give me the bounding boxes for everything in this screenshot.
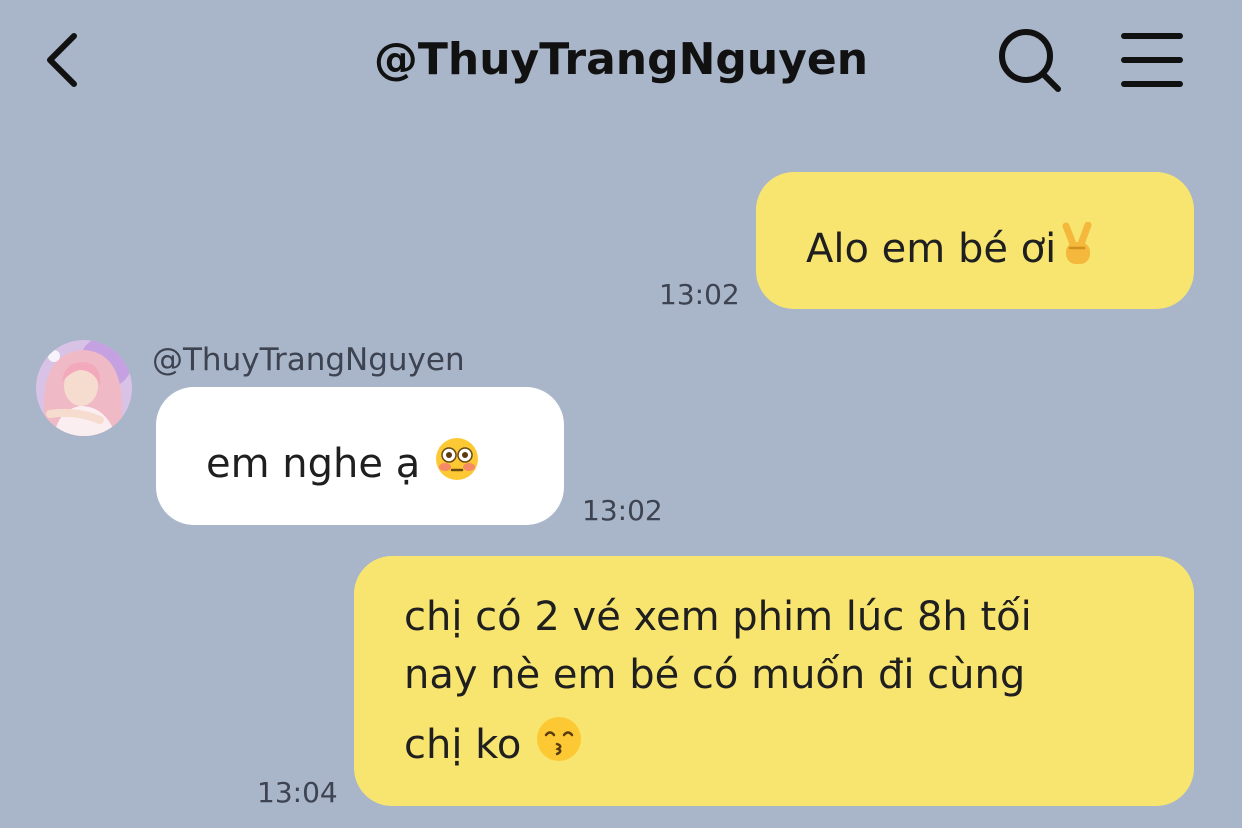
avatar[interactable] xyxy=(36,340,132,436)
search-button[interactable] xyxy=(990,24,1070,100)
menu-button[interactable] xyxy=(1112,24,1192,100)
kissing-face-emoji xyxy=(536,716,582,778)
message-text-line-wrap: chị ko xyxy=(404,716,1194,778)
message-bubble[interactable]: em nghe ạ xyxy=(156,387,564,525)
message-text: Alo em bé ơi xyxy=(806,226,1057,272)
victory-hand-emoji xyxy=(1058,221,1098,277)
chat-header: @ThuyTrangNguyen xyxy=(0,0,1242,120)
message-text-line: chị ko xyxy=(404,722,522,768)
message-time: 13:04 xyxy=(257,776,338,809)
message-bubble[interactable]: Alo em bé ơi xyxy=(756,172,1194,309)
message-text: em nghe ạ xyxy=(206,441,421,487)
message-time: 13:02 xyxy=(659,278,740,311)
search-icon xyxy=(999,29,1061,92)
sender-name: @ThuyTrangNguyen xyxy=(152,342,465,378)
chevron-left-icon xyxy=(47,33,77,87)
message-text-line: nay nè em bé có muốn đi cùng xyxy=(404,652,1026,698)
message-text-line: chị có 2 vé xem phim lúc 8h tối xyxy=(404,594,1032,640)
hamburger-menu-icon xyxy=(1121,33,1183,87)
back-button[interactable] xyxy=(30,22,100,102)
flushed-face-emoji xyxy=(435,437,479,492)
message-time: 13:02 xyxy=(582,494,663,527)
message-bubble[interactable]: chị có 2 vé xem phim lúc 8h tối nay nè e… xyxy=(354,556,1194,806)
